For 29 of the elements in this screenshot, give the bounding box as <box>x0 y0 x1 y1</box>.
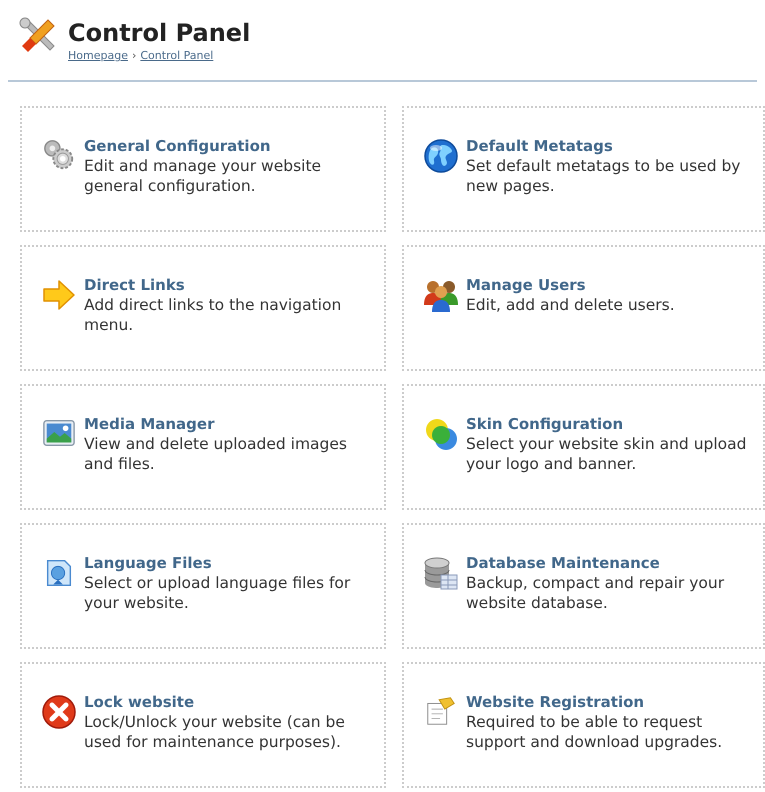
database-icon <box>423 555 459 591</box>
card-description: Set default metatags to be used by new pages. <box>466 156 742 196</box>
breadcrumb-link[interactable]: Homepage <box>68 49 128 62</box>
breadcrumb-link[interactable]: Control Panel <box>140 49 214 62</box>
card-description: Edit and manage your website general configuration. <box>84 156 322 196</box>
gears-icon <box>42 138 76 172</box>
card-title-link[interactable]: Database Maintenance <box>466 553 660 573</box>
card-title-link[interactable]: Lock website <box>84 692 194 712</box>
breadcrumb-separator: › <box>132 49 136 62</box>
card-description: Lock/Unlock your website (can be used for maintenance purposes). <box>84 712 346 752</box>
card-title-link[interactable]: Skin Configuration <box>466 414 624 434</box>
globe-icon <box>423 138 459 174</box>
card-title-link[interactable]: Manage Users <box>466 275 586 295</box>
card-description: Backup, compact and repair your website database. <box>466 573 726 613</box>
circles-icon <box>423 416 459 452</box>
error-icon <box>41 694 77 730</box>
page-title: Control Panel <box>68 20 250 46</box>
card-title-link[interactable]: Website Registration <box>466 692 644 712</box>
card-description: Select your website skin and upload your logo and banner. <box>466 434 748 474</box>
card-description: View and delete uploaded images and files. <box>84 434 348 474</box>
card-description: Edit, add and delete users. <box>466 295 676 315</box>
card-title-link[interactable]: Media Manager <box>84 414 214 434</box>
card-title-link[interactable]: Default Metatags <box>466 136 613 156</box>
card-description: Required to be able to request support and download upgrades. <box>466 712 724 752</box>
card-title-link[interactable]: General Configuration <box>84 136 271 156</box>
card-title-link[interactable]: Direct Links <box>84 275 185 295</box>
card-title-link[interactable]: Language Files <box>84 553 212 573</box>
card-description: Add direct links to the navigation menu. <box>84 295 342 335</box>
card-description: Select or upload language files for your website. <box>84 573 352 613</box>
